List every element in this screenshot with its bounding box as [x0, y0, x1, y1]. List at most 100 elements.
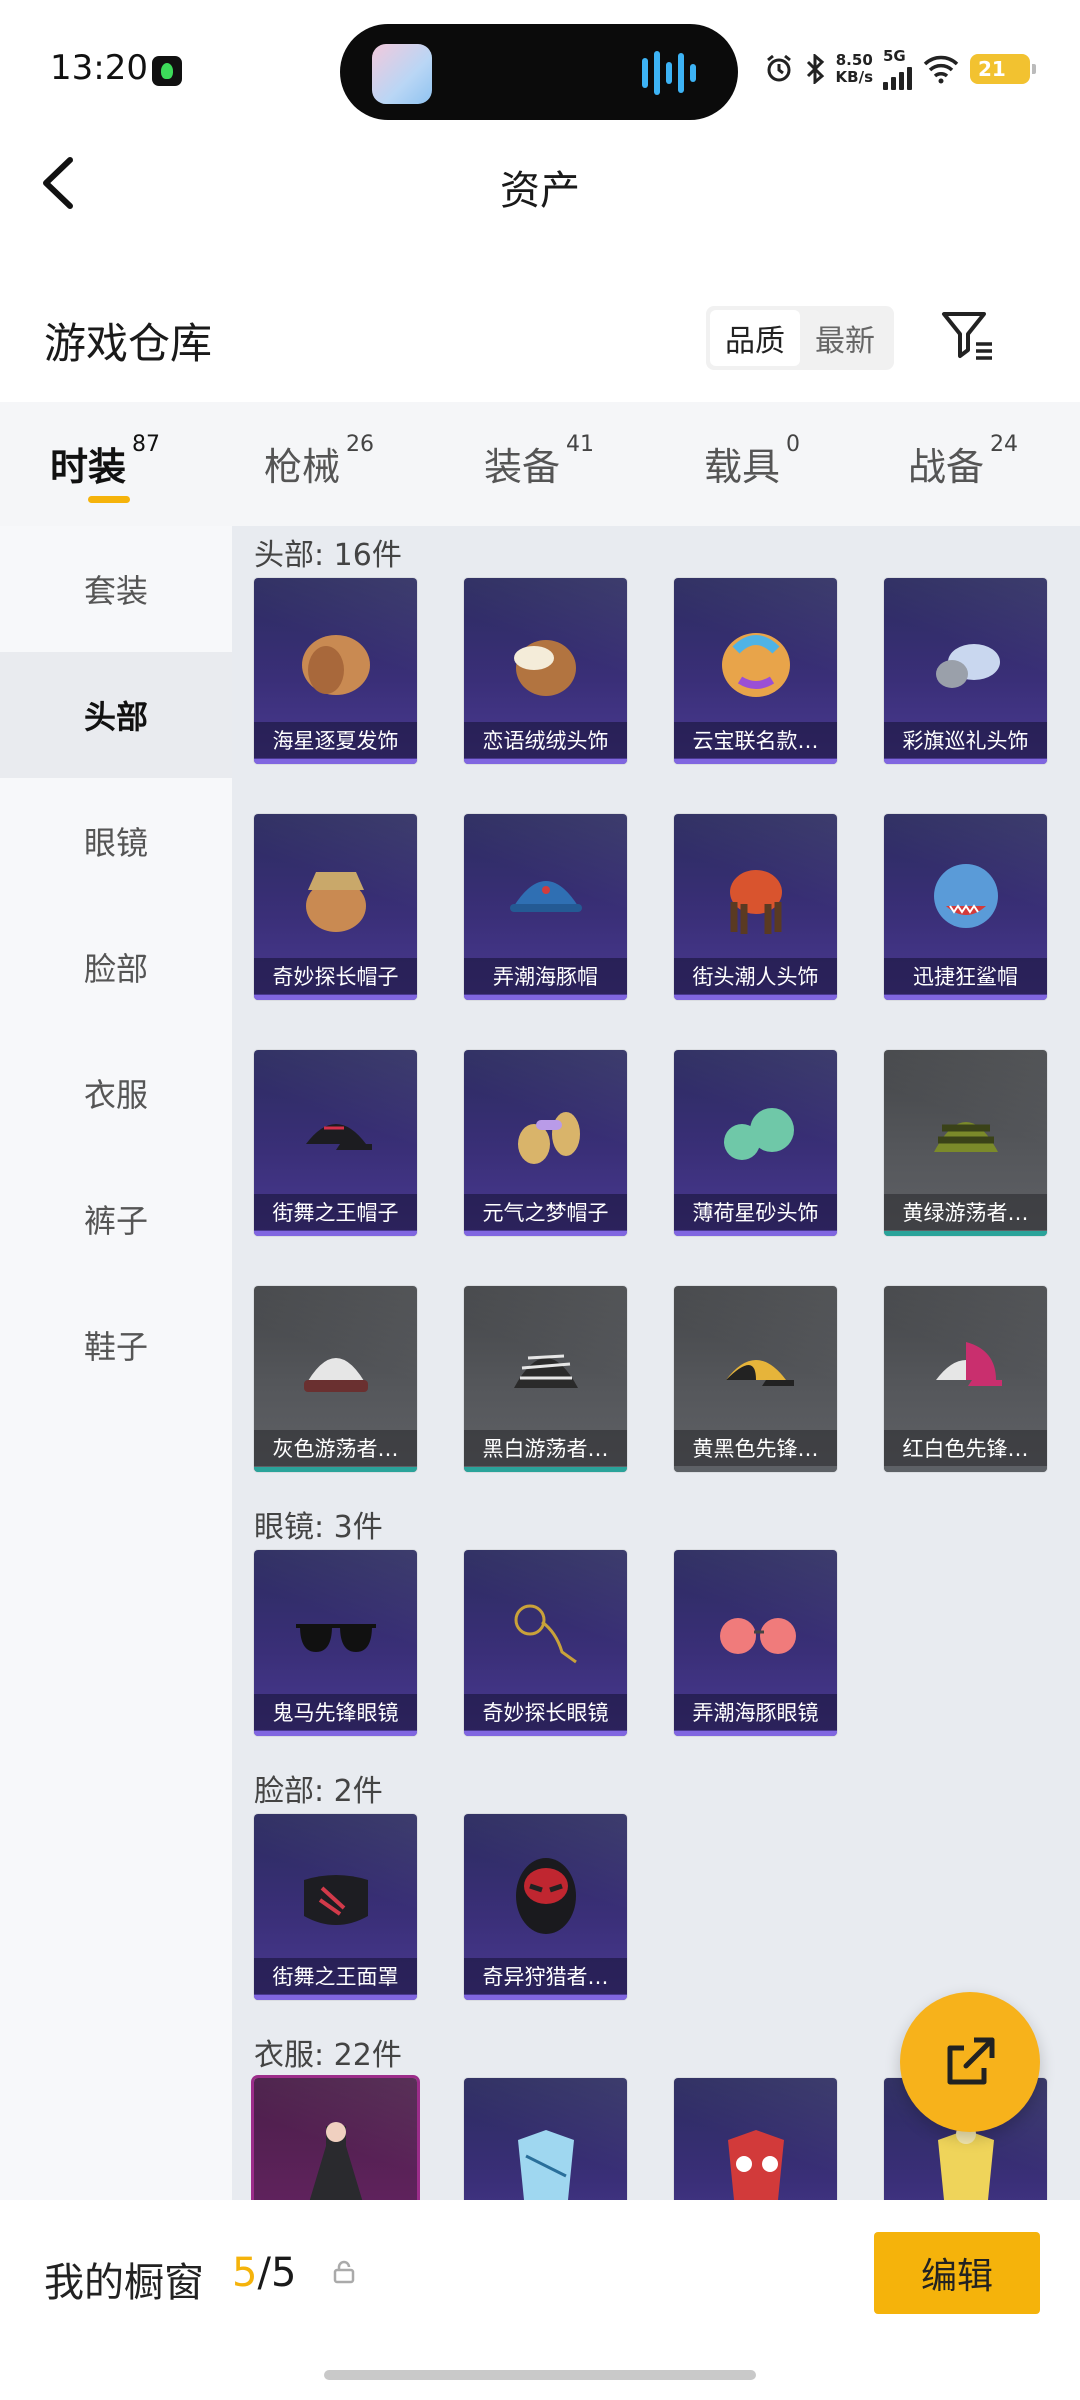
- group-title: 眼镜: 3件: [254, 1510, 383, 1545]
- audio-wave-icon: [690, 64, 696, 82]
- item-name: 街舞之王面罩: [254, 1958, 417, 1994]
- rarity-bar: [884, 759, 1047, 764]
- rarity-bar: [464, 1995, 627, 2000]
- item-card[interactable]: 云宝联名款…: [674, 578, 837, 764]
- network-speed-unit: KB/s: [835, 68, 873, 86]
- item-card[interactable]: 海星逐夏发饰: [254, 578, 417, 764]
- battery-level: 21: [978, 57, 1006, 81]
- tab-vehicles[interactable]: 载具0: [704, 432, 800, 491]
- item-thumbnail: [728, 2130, 784, 2200]
- rarity-bar: [254, 995, 417, 1000]
- sidebar-item-glasses[interactable]: 眼镜: [0, 778, 232, 904]
- signal-icon: [883, 64, 912, 90]
- item-card[interactable]: 红白色先锋…: [884, 1286, 1047, 1472]
- network-speed: 8.50 KB/s: [836, 52, 873, 86]
- item-card[interactable]: [464, 2078, 627, 2200]
- rarity-bar: [674, 759, 837, 764]
- sidebar-item-clothes[interactable]: 衣服: [0, 1030, 232, 1156]
- item-name: 彩旗巡礼头饰: [884, 722, 1047, 758]
- home-indicator[interactable]: [324, 2370, 756, 2380]
- rarity-bar: [674, 995, 837, 1000]
- tab-weapons[interactable]: 枪械26: [264, 432, 374, 491]
- item-card[interactable]: 迅捷狂鲨帽: [884, 814, 1047, 1000]
- item-card[interactable]: 元气之梦帽子: [464, 1050, 627, 1236]
- tab-equipment[interactable]: 装备41: [484, 432, 594, 491]
- rarity-bar: [464, 759, 627, 764]
- item-card[interactable]: 奇妙探长帽子: [254, 814, 417, 1000]
- tab-count: 41: [566, 432, 595, 457]
- tab-count: 26: [346, 432, 375, 457]
- rarity-bar: [884, 995, 1047, 1000]
- sort-newest-option[interactable]: 最新: [800, 310, 890, 366]
- edit-button[interactable]: 编辑: [874, 2232, 1040, 2314]
- item-card[interactable]: 奇异狩猎者…: [464, 1814, 627, 2000]
- item-grid: 头部: 16件 海星逐夏发饰 恋语绒绒头饰 云宝联名款… 彩旗巡礼头饰 奇妙探长帽子 弄潮海…: [232, 526, 1080, 2200]
- item-card[interactable]: 奇妙探长眼镜: [464, 1550, 627, 1736]
- bluetooth-icon: [806, 54, 824, 84]
- item-name: 元气之梦帽子: [464, 1194, 627, 1230]
- showcase-count: 5/5: [232, 2250, 296, 2296]
- item-thumbnail: [510, 881, 582, 912]
- item-thumbnail: [720, 1618, 796, 1654]
- item-card[interactable]: 街舞之王帽子: [254, 1050, 417, 1236]
- item-card[interactable]: 街头潮人头饰: [674, 814, 837, 1000]
- rarity-bar: [464, 1731, 627, 1736]
- item-card[interactable]: 薄荷星砂头饰: [674, 1050, 837, 1236]
- group-title: 脸部: 2件: [254, 1774, 383, 1809]
- lock-icon: [333, 2260, 355, 2284]
- sidebar-item-outfit[interactable]: 套装: [0, 526, 232, 652]
- audio-wave-icon: [642, 58, 648, 88]
- item-card[interactable]: 黑白游荡者…: [464, 1286, 627, 1472]
- showcase-total: 5: [270, 2250, 297, 2296]
- app-notification-icon: [152, 56, 182, 86]
- sidebar-item-head[interactable]: 头部: [0, 652, 232, 778]
- tab-label: 装备: [484, 445, 561, 489]
- tab-label: 时装: [50, 445, 127, 489]
- page-title: 资产: [500, 168, 580, 214]
- item-card[interactable]: [254, 2078, 417, 2200]
- battery-icon: 21: [970, 54, 1036, 84]
- showcase-current: 5: [232, 2250, 258, 2296]
- item-card[interactable]: 街舞之王面罩: [254, 1814, 417, 2000]
- item-name: 弄潮海豚眼镜: [674, 1694, 837, 1730]
- item-name: 海星逐夏发饰: [254, 722, 417, 758]
- showcase-label: 我的橱窗: [44, 2260, 204, 2306]
- item-thumbnail: [302, 635, 370, 695]
- item-card[interactable]: 弄潮海豚眼镜: [674, 1550, 837, 1736]
- item-card[interactable]: 恋语绒绒头饰: [464, 578, 627, 764]
- status-right: 8.50 KB/s 5G 21: [764, 44, 1036, 94]
- item-card[interactable]: 鬼马先锋眼镜: [254, 1550, 417, 1736]
- rarity-bar: [464, 995, 627, 1000]
- sidebar-item-pants[interactable]: 裤子: [0, 1156, 232, 1282]
- item-card[interactable]: 彩旗巡礼头饰: [884, 578, 1047, 764]
- rarity-bar: [674, 1731, 837, 1736]
- rarity-bar: [254, 759, 417, 764]
- status-time: 13:20: [50, 48, 148, 88]
- item-card[interactable]: [674, 2078, 837, 2200]
- item-name: 云宝联名款…: [674, 722, 837, 758]
- sort-quality-option[interactable]: 品质: [710, 310, 800, 366]
- item-thumbnail: [514, 1604, 577, 1664]
- item-card[interactable]: 黄绿游荡者…: [884, 1050, 1047, 1236]
- group-title: 衣服: 22件: [254, 2038, 402, 2073]
- sidebar-item-shoes[interactable]: 鞋子: [0, 1282, 232, 1408]
- item-thumbnail: [516, 1858, 576, 1934]
- signal-group: 5G: [883, 48, 912, 90]
- item-card[interactable]: 弄潮海豚帽: [464, 814, 627, 1000]
- item-card[interactable]: 黄黑色先锋…: [674, 1286, 837, 1472]
- item-thumbnail: [936, 1342, 1002, 1386]
- item-card[interactable]: 灰色游荡者…: [254, 1286, 417, 1472]
- share-button[interactable]: [900, 1992, 1040, 2132]
- tab-label: 载具: [704, 445, 781, 489]
- tab-fashion[interactable]: 时装87: [50, 432, 160, 491]
- active-tab-indicator: [88, 496, 130, 503]
- sidebar-item-face[interactable]: 脸部: [0, 904, 232, 1030]
- item-thumbnail: [514, 640, 576, 696]
- filter-icon[interactable]: [940, 308, 996, 364]
- item-thumbnail: [309, 2122, 363, 2200]
- tab-supplies[interactable]: 战备24: [908, 432, 1018, 491]
- audio-wave-icon: [666, 62, 672, 84]
- item-name: 灰色游荡者…: [254, 1430, 417, 1466]
- rarity-bar: [884, 1231, 1047, 1236]
- item-name: 奇妙探长眼镜: [464, 1694, 627, 1730]
